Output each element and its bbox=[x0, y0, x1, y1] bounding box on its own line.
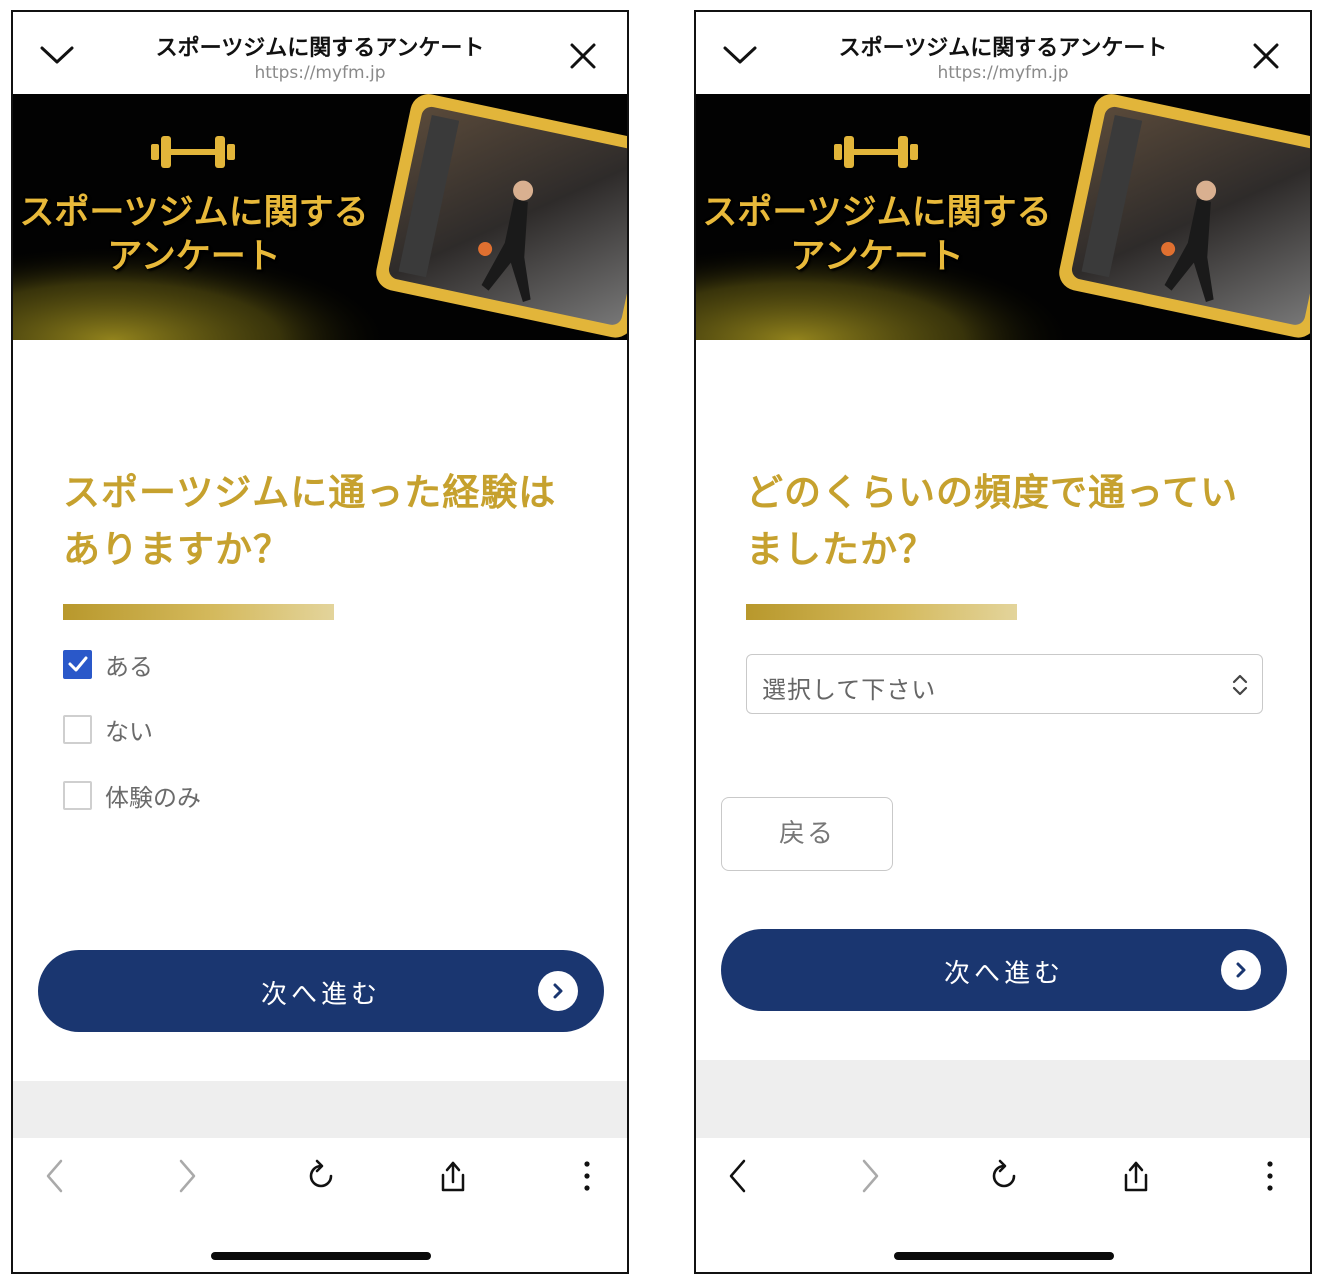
more-vertical-icon[interactable] bbox=[567, 1156, 607, 1196]
question-text: どのくらいの頻度で通ってい ましたか？ bbox=[746, 464, 1280, 578]
forward-arrow-icon[interactable] bbox=[167, 1156, 207, 1196]
option-aru[interactable]: ある bbox=[63, 648, 153, 681]
option-taiken[interactable]: 体験のみ bbox=[63, 779, 201, 812]
share-icon[interactable] bbox=[433, 1156, 473, 1196]
question-line2: ましたか？ bbox=[746, 528, 936, 571]
question-line2: ありますか？ bbox=[63, 528, 291, 571]
frequency-select[interactable]: 選択して下さい bbox=[746, 654, 1263, 714]
page-footer-area bbox=[13, 1081, 627, 1138]
question-text: スポーツジムに通った経験は ありますか？ bbox=[63, 464, 597, 578]
survey-banner: スポーツジムに関する アンケート bbox=[13, 94, 627, 340]
updown-chevron-icon bbox=[1232, 674, 1248, 696]
dumbbell-icon bbox=[151, 136, 235, 168]
banner-title-line1: スポーツジムに関する bbox=[702, 193, 1052, 233]
next-button[interactable]: 次へ進む bbox=[38, 950, 604, 1032]
close-icon[interactable] bbox=[569, 42, 597, 70]
left-phone-screen: スポーツジムに関するアンケート https://myfm.jp スポーツジムに関… bbox=[11, 10, 629, 1274]
close-icon[interactable] bbox=[1252, 42, 1280, 70]
back-arrow-icon[interactable] bbox=[35, 1156, 75, 1196]
forward-arrow-icon[interactable] bbox=[850, 1156, 890, 1196]
back-arrow-icon[interactable] bbox=[718, 1156, 758, 1196]
page-footer-area bbox=[696, 1060, 1310, 1138]
checkbox-unchecked[interactable] bbox=[63, 714, 92, 744]
next-button-label: 次へ進む bbox=[260, 980, 381, 1010]
browser-header: スポーツジムに関するアンケート https://myfm.jp bbox=[696, 12, 1310, 94]
option-label: 体験のみ bbox=[105, 783, 201, 812]
reload-icon[interactable] bbox=[984, 1156, 1024, 1196]
banner-title-line1: スポーツジムに関する bbox=[19, 193, 369, 233]
page-url: https://myfm.jp bbox=[937, 63, 1069, 83]
banner-title-line2: アンケート bbox=[107, 237, 281, 277]
checkmark-icon bbox=[68, 656, 87, 672]
question-underline bbox=[746, 604, 1017, 620]
question-underline bbox=[63, 604, 334, 620]
page-title: スポーツジムに関するアンケート bbox=[155, 36, 485, 61]
share-icon[interactable] bbox=[1116, 1156, 1156, 1196]
home-indicator bbox=[894, 1252, 1114, 1260]
browser-header: スポーツジムに関するアンケート https://myfm.jp bbox=[13, 12, 627, 94]
home-indicator bbox=[211, 1252, 431, 1260]
page-title: スポーツジムに関するアンケート bbox=[838, 36, 1168, 61]
checkbox-checked[interactable] bbox=[63, 649, 92, 679]
banner-title-line2: アンケート bbox=[790, 237, 964, 277]
dumbbell-icon bbox=[834, 136, 918, 168]
right-phone-screen: スポーツジムに関するアンケート https://myfm.jp スポーツジムに関… bbox=[694, 10, 1312, 1274]
option-label: ない bbox=[105, 717, 153, 746]
survey-banner: スポーツジムに関する アンケート bbox=[696, 94, 1310, 340]
option-label: ある bbox=[105, 652, 153, 681]
question-line1: スポーツジムに通った経験は bbox=[63, 471, 557, 514]
more-vertical-icon[interactable] bbox=[1250, 1156, 1290, 1196]
back-button[interactable]: 戻る bbox=[721, 797, 893, 871]
option-nai[interactable]: ない bbox=[63, 713, 153, 746]
chevron-right-icon bbox=[538, 971, 578, 1011]
question-line1: どのくらいの頻度で通ってい bbox=[746, 471, 1239, 514]
checkbox-unchecked[interactable] bbox=[63, 780, 92, 810]
next-button-label: 次へ進む bbox=[943, 959, 1064, 989]
chevron-right-icon bbox=[1221, 950, 1261, 990]
page-url: https://myfm.jp bbox=[254, 63, 386, 83]
reload-icon[interactable] bbox=[301, 1156, 341, 1196]
select-value: 選択して下さい bbox=[762, 676, 937, 704]
next-button[interactable]: 次へ進む bbox=[721, 929, 1287, 1011]
